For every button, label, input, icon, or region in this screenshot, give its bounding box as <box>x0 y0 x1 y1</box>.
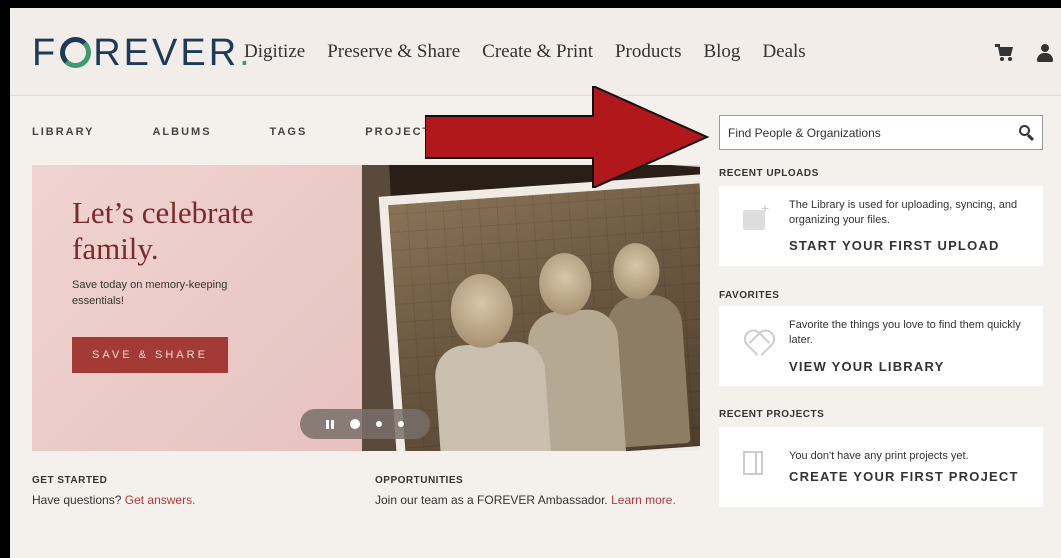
view-your-library-link[interactable]: VIEW YOUR LIBRARY <box>789 359 944 374</box>
cart-icon[interactable] <box>995 44 1015 62</box>
logo-o-ring-icon <box>60 37 92 68</box>
create-first-project-link[interactable]: CREATE YOUR FIRST PROJECT <box>789 469 1019 484</box>
user-icon[interactable] <box>1037 44 1053 62</box>
upload-icon <box>743 200 769 230</box>
nav-deals[interactable]: Deals <box>762 41 805 63</box>
favorites-card: Favorite the things you love to find the… <box>719 306 1043 386</box>
recent-uploads-card: The Library is used for uploading, synci… <box>719 186 1043 266</box>
tab-albums[interactable]: ALBUMS <box>152 126 211 138</box>
hero-banner: Let’s celebrate family. Save today on me… <box>32 165 700 451</box>
opportunities-heading: OPPORTUNITIES <box>375 475 464 486</box>
get-answers-link[interactable]: Get answers. <box>125 493 196 507</box>
nav-products[interactable]: Products <box>615 41 682 63</box>
recent-uploads-desc: The Library is used for uploading, synci… <box>789 199 1018 226</box>
main-nav: Digitize Preserve & Share Create & Print… <box>244 41 806 63</box>
opportunities-label: Join our team as a FOREVER Ambassador. <box>375 493 612 507</box>
get-started-text: Have questions? Get answers. <box>32 493 195 507</box>
header-icons <box>995 44 1061 62</box>
get-started-heading: GET STARTED <box>32 475 108 486</box>
search-box <box>719 115 1043 150</box>
recent-projects-heading: RECENT PROJECTS <box>719 409 825 420</box>
search-icon[interactable] <box>1019 125 1035 142</box>
annotation-arrow-icon <box>425 86 710 188</box>
recent-projects-card: You don't have any print projects yet. C… <box>719 427 1043 507</box>
hero-subtitle: Save today on memory-keeping essentials! <box>72 279 228 307</box>
forever-logo[interactable]: F REVER. <box>32 32 253 75</box>
hero-family-photo <box>378 173 700 451</box>
save-share-button[interactable]: SAVE & SHARE <box>72 337 228 373</box>
search-input[interactable] <box>720 125 1010 140</box>
carousel-dot-3[interactable] <box>398 421 404 427</box>
nav-blog[interactable]: Blog <box>703 41 740 63</box>
favorites-desc: Favorite the things you love to find the… <box>789 319 1021 346</box>
project-icon <box>743 451 763 475</box>
pause-icon[interactable] <box>326 419 334 429</box>
tab-library[interactable]: LIBRARY <box>32 126 94 138</box>
heart-icon <box>743 330 773 356</box>
start-first-upload-link[interactable]: START YOUR FIRST UPLOAD <box>789 238 1000 253</box>
hero-title: Let’s celebrate family. <box>72 195 254 266</box>
nav-create-print[interactable]: Create & Print <box>482 41 593 63</box>
learn-more-link[interactable]: Learn more. <box>611 493 676 507</box>
nav-preserve-share[interactable]: Preserve & Share <box>327 41 460 63</box>
logo-letters: REVER <box>93 32 240 74</box>
carousel-dot-1[interactable] <box>350 419 360 429</box>
recent-uploads-heading: RECENT UPLOADS <box>719 168 819 179</box>
opportunities-text: Join our team as a FOREVER Ambassador. L… <box>375 493 676 507</box>
favorites-heading: FAVORITES <box>719 290 780 301</box>
carousel-dot-2[interactable] <box>376 421 382 427</box>
recent-projects-desc: You don't have any print projects yet. <box>789 450 969 462</box>
app-window: F REVER. Digitize Preserve & Share Create… <box>10 8 1061 558</box>
tab-tags[interactable]: TAGS <box>270 126 308 138</box>
get-started-label: Have questions? <box>32 493 125 507</box>
site-header: F REVER. Digitize Preserve & Share Create… <box>10 8 1061 96</box>
nav-digitize[interactable]: Digitize <box>244 41 305 63</box>
logo-letter-f: F <box>32 32 59 74</box>
carousel-controls <box>300 409 430 439</box>
